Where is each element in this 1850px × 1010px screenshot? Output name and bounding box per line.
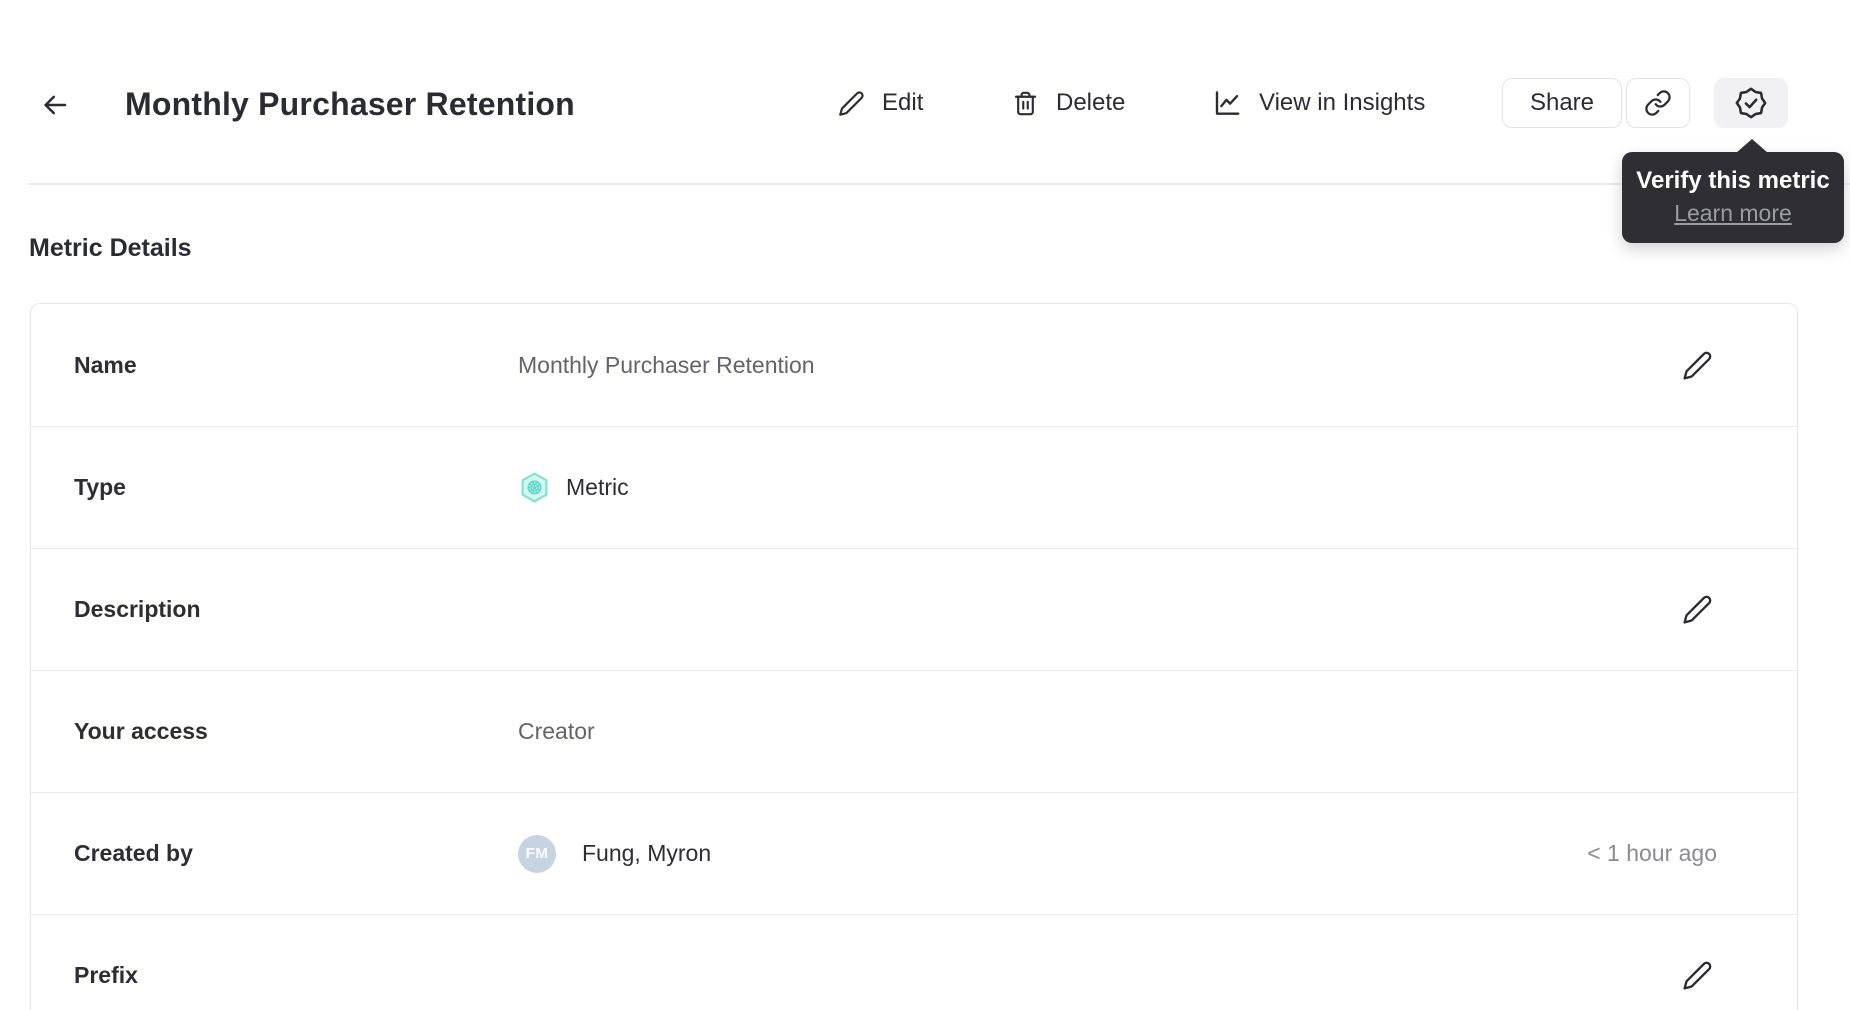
edit-button[interactable]: Edit — [838, 78, 923, 128]
edit-name-button[interactable] — [1677, 345, 1717, 385]
row-label: Your access — [74, 718, 208, 744]
back-button[interactable] — [36, 86, 74, 124]
type-value-label: Metric — [566, 474, 629, 500]
share-button[interactable]: Share — [1502, 78, 1622, 128]
detail-row-your-access: Your access Creator — [31, 670, 1797, 792]
detail-row-type: Type Metric — [31, 426, 1797, 548]
created-by-name: Fung, Myron — [582, 840, 712, 866]
line-chart-icon — [1212, 88, 1242, 118]
metric-hexagon-icon — [518, 471, 551, 504]
pencil-icon — [1682, 350, 1713, 381]
delete-button[interactable]: Delete — [1012, 78, 1125, 128]
link-icon — [1644, 89, 1672, 117]
header-divider — [28, 183, 1850, 185]
avatar: FM — [518, 834, 556, 873]
trash-icon — [1012, 90, 1039, 117]
row-label: Name — [74, 351, 137, 378]
view-in-insights-button[interactable]: View in Insights — [1212, 78, 1425, 128]
edit-prefix-button[interactable] — [1677, 956, 1717, 996]
verify-metric-button[interactable] — [1714, 78, 1788, 128]
pencil-icon — [838, 90, 865, 117]
tooltip-title: Verify this metric — [1636, 167, 1830, 194]
learn-more-link[interactable]: Learn more — [1674, 198, 1792, 228]
detail-row-created-by: Created by FM Fung, Myron < 1 hour ago — [31, 792, 1797, 914]
row-value: FM Fung, Myron — [518, 834, 712, 873]
share-button-label: Share — [1529, 89, 1595, 116]
pencil-icon — [1682, 960, 1713, 991]
row-label: Type — [74, 474, 126, 500]
edit-button-label: Edit — [882, 89, 924, 116]
section-heading: Metric Details — [29, 234, 192, 262]
metric-details-card: Name Monthly Purchaser Retention Type Me… — [30, 303, 1798, 1010]
row-label: Prefix — [74, 962, 138, 988]
row-value: Metric — [518, 471, 629, 504]
row-value: Monthly Purchaser Retention — [518, 351, 815, 378]
created-time: < 1 hour ago — [1587, 840, 1717, 866]
edit-description-button[interactable] — [1677, 590, 1717, 630]
detail-row-prefix: Prefix — [31, 914, 1797, 1010]
pencil-icon — [1682, 594, 1713, 625]
arrow-left-icon — [40, 90, 70, 120]
metric-details-page: Monthly Purchaser Retention Edit Delete … — [0, 0, 1850, 1010]
row-label: Created by — [74, 840, 193, 866]
detail-row-name: Name Monthly Purchaser Retention — [31, 304, 1797, 426]
delete-button-label: Delete — [1056, 89, 1126, 116]
row-value: Creator — [518, 718, 595, 744]
row-label: Description — [74, 596, 201, 622]
view-in-insights-label: View in Insights — [1259, 89, 1426, 116]
page-title: Monthly Purchaser Retention — [125, 86, 575, 122]
verified-badge-icon — [1734, 86, 1768, 120]
verify-metric-tooltip: Verify this metric Learn more — [1622, 139, 1844, 243]
detail-row-description: Description — [31, 548, 1797, 670]
copy-link-button[interactable] — [1626, 78, 1690, 128]
